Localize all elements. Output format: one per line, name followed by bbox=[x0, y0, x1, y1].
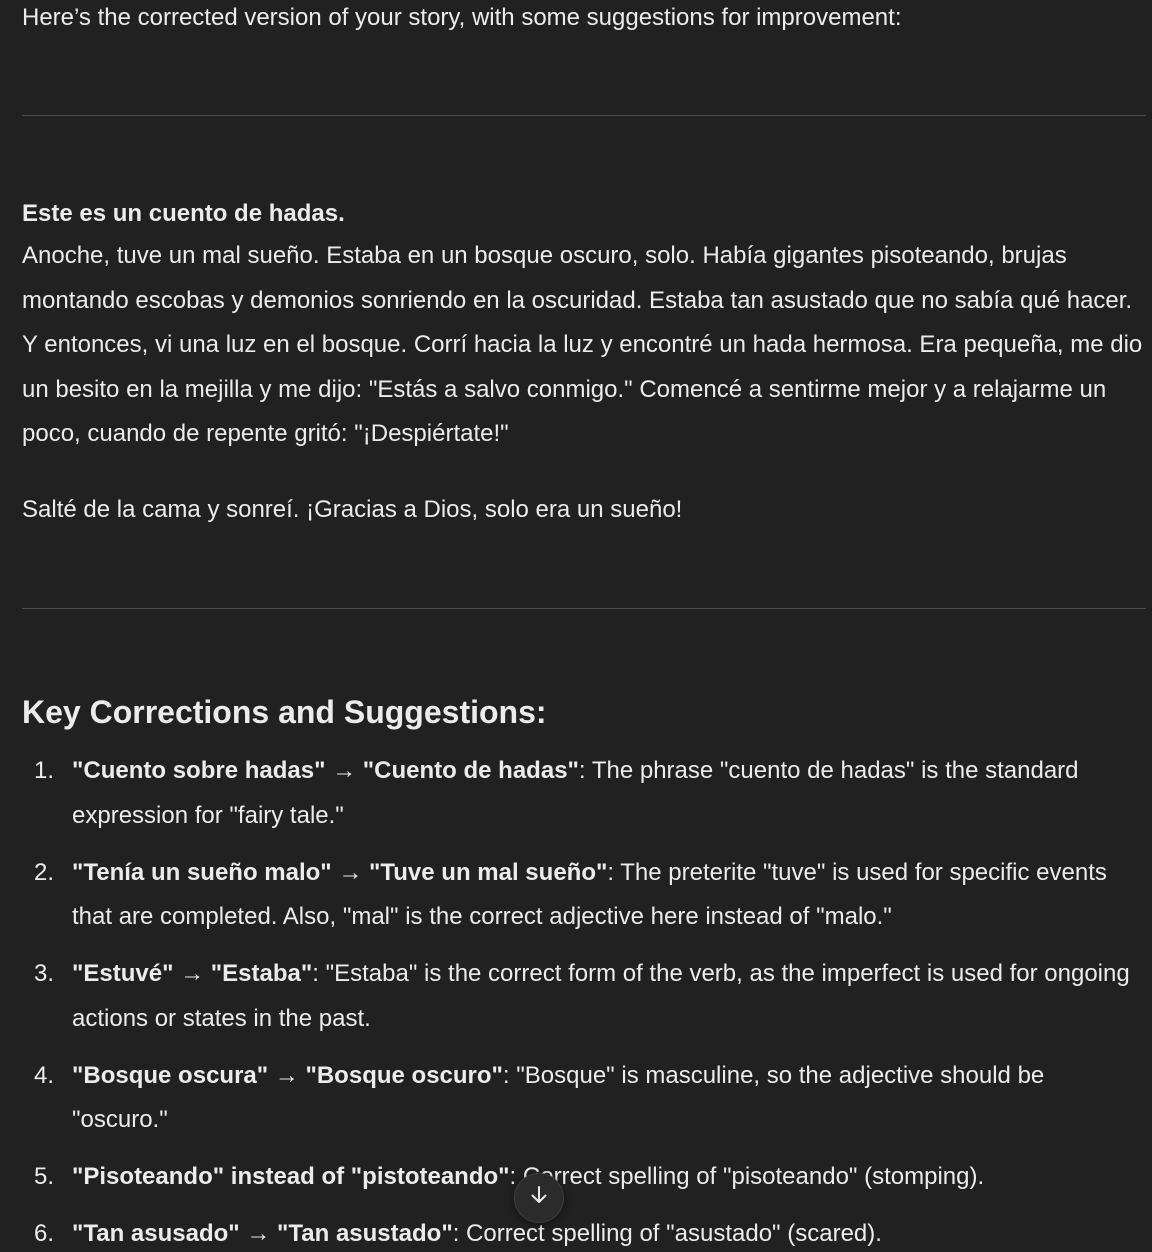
correction-change: "Estuvé" → "Estaba" bbox=[72, 960, 313, 987]
correction-explanation: : Correct spelling of "pisoteando" (stom… bbox=[509, 1163, 985, 1190]
correction-change: "Tan asusado" → "Tan asustado" bbox=[72, 1220, 453, 1247]
arrow-down-icon bbox=[528, 1184, 550, 1213]
divider bbox=[22, 608, 1146, 609]
list-item: 2. "Tenía un sueño malo" → "Tuve un mal s… bbox=[22, 851, 1146, 940]
list-item: 6. "Tan asusado" → "Tan asustado": Correc… bbox=[22, 1212, 1146, 1252]
story-title: Este es un cuento de hadas. bbox=[22, 200, 345, 227]
list-item: 5. "Pisoteando" instead of "pistoteando":… bbox=[22, 1155, 1146, 1200]
intro-text: Here’s the corrected version of your sto… bbox=[22, 4, 902, 31]
list-item-number: 4. bbox=[34, 1061, 55, 1089]
story-body: Anoche, tuve un mal sueño. Estaba en un … bbox=[22, 242, 1143, 447]
list-item: 3. "Estuvé" → "Estaba": "Estaba" is the c… bbox=[22, 952, 1146, 1041]
correction-change: "Bosque oscura" → "Bosque oscuro" bbox=[72, 1061, 503, 1089]
story-ending: Salté de la cama y sonreí. ¡Gracias a Di… bbox=[22, 496, 683, 523]
corrected-story: Este es un cuento de hadas. Anoche, tuve… bbox=[22, 194, 1146, 523]
scroll-to-bottom-button[interactable] bbox=[514, 1173, 564, 1223]
list-item: 1. "Cuento sobre hadas" → "Cuento de hada… bbox=[22, 749, 1146, 838]
list-item-number: 2. bbox=[34, 858, 55, 886]
correction-change: "Pisoteando" instead of "pistoteando" bbox=[72, 1163, 510, 1190]
divider bbox=[22, 115, 1146, 116]
corrections-heading: Key Corrections and Suggestions: bbox=[22, 694, 547, 730]
list-item: 4. "Bosque oscura" → "Bosque oscuro": "Bo… bbox=[22, 1054, 1146, 1143]
correction-explanation: : Correct spelling of "asustado" (scared… bbox=[452, 1220, 882, 1247]
corrections-list: 1. "Cuento sobre hadas" → "Cuento de hada… bbox=[22, 749, 1146, 1252]
list-item-number: 3. bbox=[34, 960, 55, 987]
list-item-number: 1. bbox=[34, 757, 55, 784]
list-item-number: 6. bbox=[34, 1220, 55, 1247]
list-item-number: 5. bbox=[34, 1163, 55, 1190]
correction-change: "Cuento sobre hadas" → "Cuento de hadas" bbox=[72, 757, 579, 784]
correction-change: "Tenía un sueño malo" → "Tuve un mal sue… bbox=[72, 858, 608, 886]
